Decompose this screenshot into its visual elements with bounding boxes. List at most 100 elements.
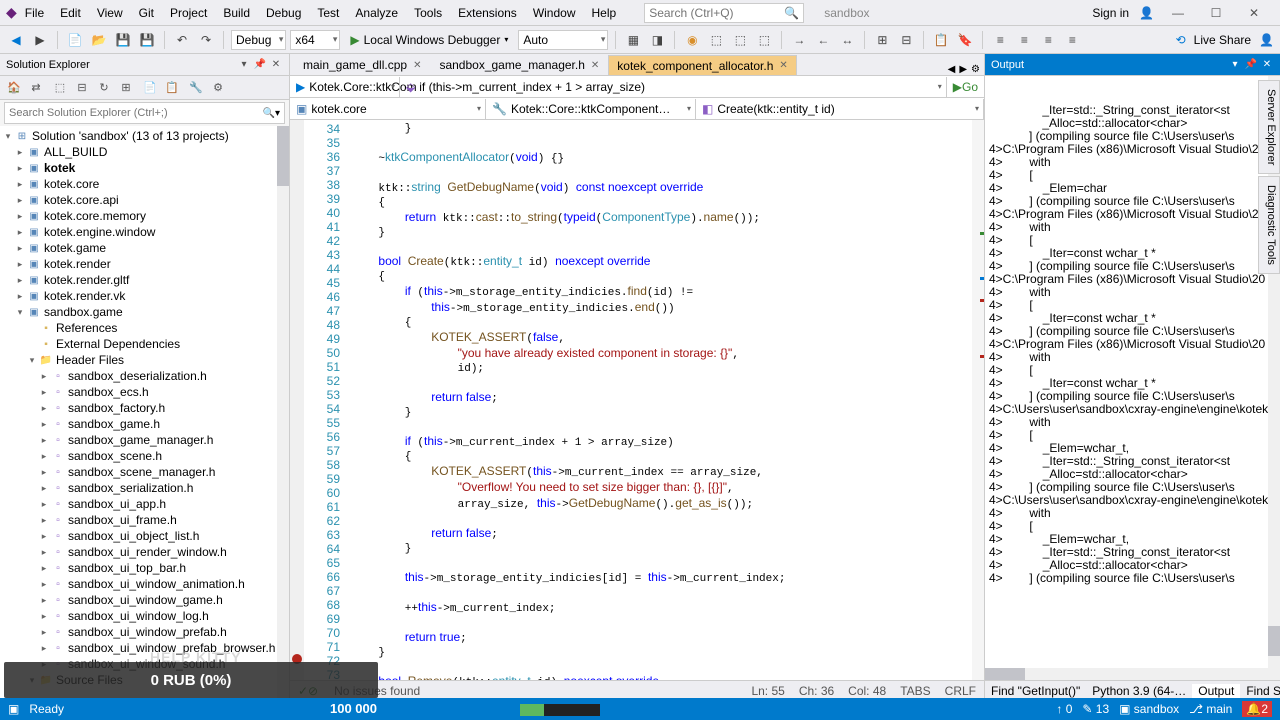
- tb-icon-4[interactable]: ⬚: [706, 30, 726, 50]
- tabs-prev-icon[interactable]: ◀: [948, 64, 956, 75]
- tab-sandbox_game_manager.h[interactable]: sandbox_game_manager.h✕: [430, 55, 608, 75]
- close-button[interactable]: ✕: [1240, 3, 1268, 23]
- breakpoint-gutter[interactable]: [290, 120, 304, 680]
- se-tree[interactable]: ▾⊞Solution 'sandbox' (13 of 13 projects)…: [0, 126, 289, 700]
- code-content[interactable]: } ~ktkComponentAllocator(void) {} ktk::s…: [348, 120, 972, 680]
- se-scrollbar[interactable]: [277, 126, 289, 700]
- tb-icon-7[interactable]: →: [789, 30, 809, 50]
- tb-icon-6[interactable]: ⬚: [754, 30, 774, 50]
- tree-item[interactable]: ▸▣kotek.game: [0, 240, 289, 256]
- tree-item[interactable]: ▸▫sandbox_ui_app.h: [0, 496, 289, 512]
- minimize-button[interactable]: —: [1164, 3, 1192, 23]
- menu-window[interactable]: Window: [525, 2, 584, 24]
- tree-item[interactable]: ▸▣kotek.core.api: [0, 192, 289, 208]
- se-tb-1[interactable]: ⬚: [50, 78, 70, 98]
- tree-item[interactable]: ▸▣kotek.engine.window: [0, 224, 289, 240]
- saveall-icon[interactable]: 💾: [137, 30, 157, 50]
- tree-item[interactable]: ▸▣ALL_BUILD: [0, 144, 289, 160]
- tree-item[interactable]: ▪References: [0, 320, 289, 336]
- tree-item[interactable]: ▸▫sandbox_ui_frame.h: [0, 512, 289, 528]
- tree-item[interactable]: ▸▫sandbox_ui_render_window.h: [0, 544, 289, 560]
- menu-view[interactable]: View: [89, 2, 131, 24]
- se-close-icon[interactable]: ✕: [269, 58, 283, 72]
- code-minimap[interactable]: [972, 120, 984, 680]
- menu-file[interactable]: File: [17, 2, 52, 24]
- tb-icon-12[interactable]: 📋: [931, 30, 951, 50]
- tree-item[interactable]: ▸▫sandbox_serialization.h: [0, 480, 289, 496]
- se-tb-3[interactable]: ⊞: [116, 78, 136, 98]
- menu-git[interactable]: Git: [131, 2, 162, 24]
- tree-item[interactable]: ▸▫sandbox_game.h: [0, 416, 289, 432]
- auto-dropdown[interactable]: Auto: [518, 30, 608, 50]
- start-debug-button[interactable]: ▶ Local Windows Debugger ▾: [344, 33, 514, 47]
- tree-item[interactable]: ▸▫sandbox_factory.h: [0, 400, 289, 416]
- se-properties-icon[interactable]: 🔧: [186, 78, 206, 98]
- menu-analyze[interactable]: Analyze: [347, 2, 406, 24]
- tree-item[interactable]: ▸▣kotek.core: [0, 176, 289, 192]
- menu-help[interactable]: Help: [584, 2, 625, 24]
- se-tb-4[interactable]: 📄: [140, 78, 160, 98]
- menu-tools[interactable]: Tools: [406, 2, 450, 24]
- tb-icon-17[interactable]: ≡: [1062, 30, 1082, 50]
- se-tb-6[interactable]: ⚙: [208, 78, 228, 98]
- condition-dropdown[interactable]: ⬙ if (this->m_current_index + 1 > array_…: [400, 77, 947, 97]
- save-icon[interactable]: 💾: [113, 30, 133, 50]
- undo-icon[interactable]: ↶: [172, 30, 192, 50]
- se-search[interactable]: 🔍▾: [4, 102, 285, 124]
- menu-edit[interactable]: Edit: [52, 2, 89, 24]
- feedback-icon[interactable]: 👤: [1259, 33, 1274, 47]
- source-control-branch[interactable]: ⎇ main: [1189, 702, 1232, 716]
- tb-icon-15[interactable]: ≡: [1014, 30, 1034, 50]
- tree-item[interactable]: ▾⊞Solution 'sandbox' (13 of 13 projects): [0, 128, 289, 144]
- output-close-icon[interactable]: ✕: [1260, 58, 1274, 72]
- open-icon[interactable]: 📂: [89, 30, 109, 50]
- tb-icon-10[interactable]: ⊞: [872, 30, 892, 50]
- output-pin-icon[interactable]: 📌: [1244, 58, 1258, 72]
- side-tab[interactable]: Server Explorer: [1258, 80, 1280, 174]
- output-body[interactable]: _Iter=std::_String_const_iterator<st _Al…: [985, 76, 1280, 680]
- menu-build[interactable]: Build: [215, 2, 258, 24]
- maximize-button[interactable]: ☐: [1202, 3, 1230, 23]
- tab-close-icon[interactable]: ✕: [779, 60, 787, 71]
- account-icon[interactable]: 👤: [1139, 6, 1154, 20]
- tree-item[interactable]: ▾📁Header Files: [0, 352, 289, 368]
- se-dropdown-icon[interactable]: ▾: [237, 58, 251, 72]
- se-search-input[interactable]: [9, 107, 263, 119]
- menu-debug[interactable]: Debug: [258, 2, 309, 24]
- tb-icon-3[interactable]: ◉: [682, 30, 702, 50]
- liveshare-icon[interactable]: ⟲: [1176, 33, 1186, 47]
- search-input[interactable]: [649, 6, 779, 20]
- tab-close-icon[interactable]: ✕: [591, 60, 599, 71]
- tree-item[interactable]: ▸▫sandbox_scene.h: [0, 448, 289, 464]
- output-tab[interactable]: Output: [1192, 684, 1240, 698]
- output-tab[interactable]: Python 3.9 (64-…: [1086, 684, 1192, 698]
- tree-item[interactable]: ▸▫sandbox_ui_window_animation.h: [0, 576, 289, 592]
- tree-item[interactable]: ▾▣sandbox.game: [0, 304, 289, 320]
- menu-extensions[interactable]: Extensions: [450, 2, 525, 24]
- tb-icon-1[interactable]: ▦: [623, 30, 643, 50]
- tabs-next-icon[interactable]: ▶: [959, 64, 967, 75]
- menu-project[interactable]: Project: [162, 2, 215, 24]
- menu-test[interactable]: Test: [309, 2, 347, 24]
- source-control-pencil[interactable]: ✎ 13: [1082, 702, 1109, 716]
- se-refresh-icon[interactable]: ↻: [94, 78, 114, 98]
- se-switch-icon[interactable]: ⇄: [26, 78, 46, 98]
- tb-icon-5[interactable]: ⬚: [730, 30, 750, 50]
- source-control-up[interactable]: ↑ 0: [1056, 702, 1072, 716]
- tree-item[interactable]: ▸▫sandbox_ecs.h: [0, 384, 289, 400]
- notifications-icon[interactable]: 🔔2: [1242, 701, 1272, 717]
- tree-item[interactable]: ▸▫sandbox_ui_window_prefab_browser.h: [0, 640, 289, 656]
- go-button[interactable]: ▶Go: [947, 80, 984, 94]
- class-dropdown[interactable]: 🔧 Kotek::Core::ktkComponentAllocator<Cor: [486, 99, 696, 119]
- tree-item[interactable]: ▸▣kotek.render.vk: [0, 288, 289, 304]
- side-tab[interactable]: Diagnostic Tools: [1258, 176, 1280, 274]
- tree-item[interactable]: ▸▫sandbox_ui_window_log.h: [0, 608, 289, 624]
- tree-item[interactable]: ▸▫sandbox_game_manager.h: [0, 432, 289, 448]
- nav-fwd-icon[interactable]: ▶: [30, 30, 50, 50]
- output-hscroll[interactable]: [985, 668, 1280, 680]
- signin-link[interactable]: Sign in: [1092, 6, 1129, 20]
- tb-icon-8[interactable]: ←: [813, 30, 833, 50]
- tab-main_game_dll.cpp[interactable]: main_game_dll.cpp✕: [294, 55, 430, 75]
- tree-item[interactable]: ▸▫sandbox_ui_top_bar.h: [0, 560, 289, 576]
- tree-item[interactable]: ▸▣kotek.render: [0, 256, 289, 272]
